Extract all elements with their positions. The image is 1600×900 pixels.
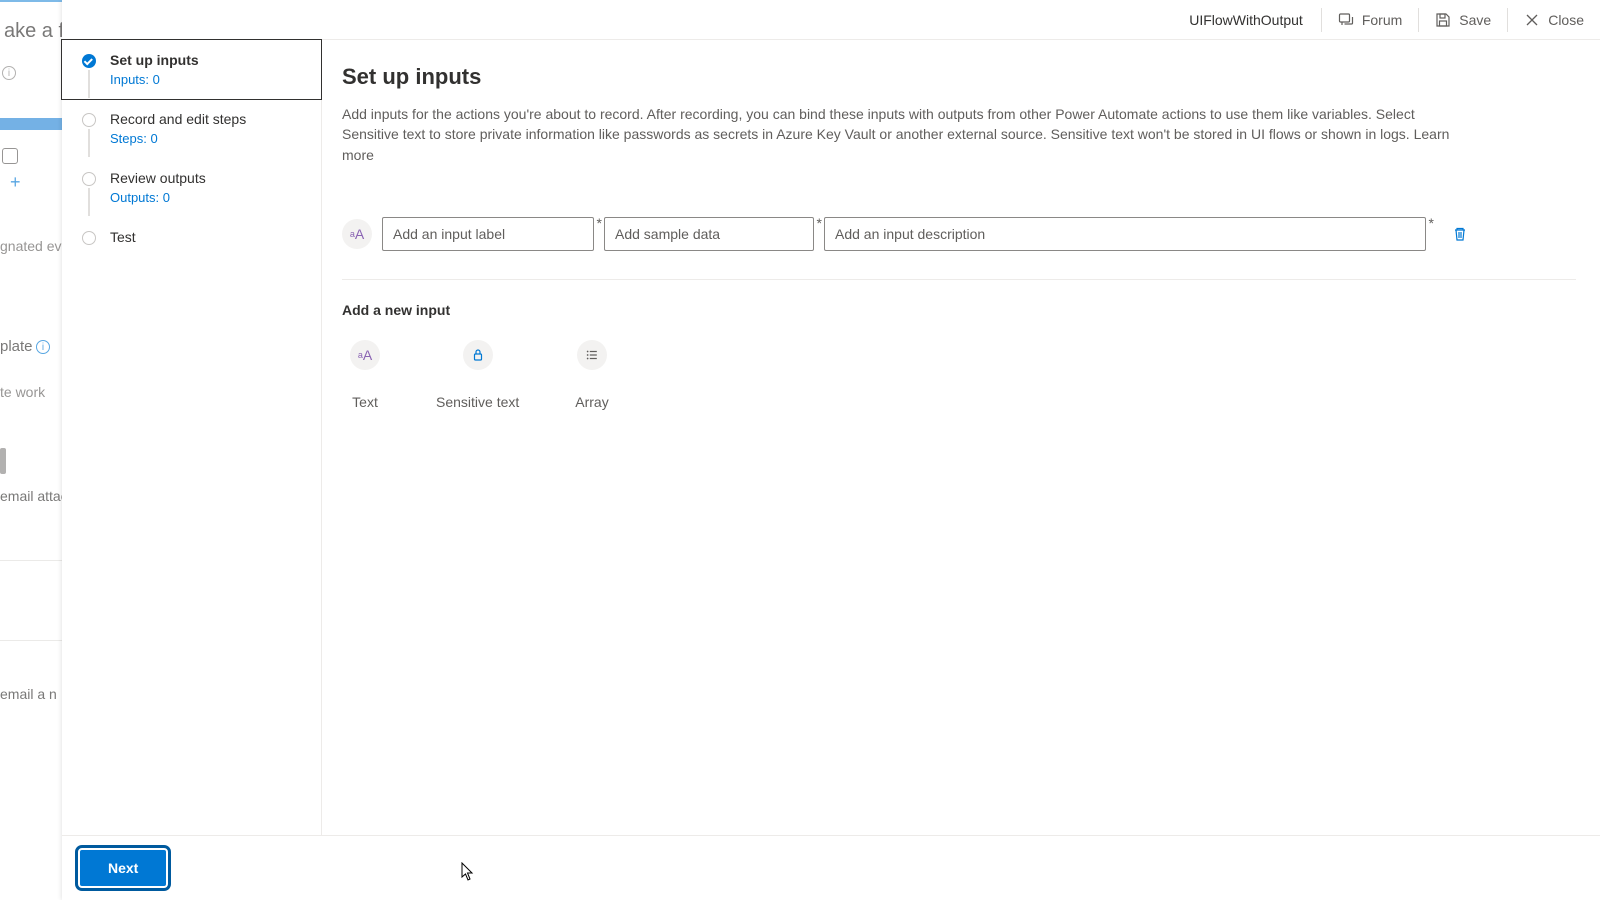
delete-input-button[interactable]: [1444, 218, 1476, 250]
input-sample-field[interactable]: [604, 217, 814, 251]
next-button[interactable]: Next: [80, 850, 166, 886]
input-type-row: aA Text Sensitive text: [342, 336, 1576, 414]
forum-icon: [1338, 12, 1354, 28]
flow-name-label: UIFlowWithOutput: [1171, 12, 1321, 28]
cursor-icon: [460, 862, 476, 882]
dialog-body: Set up inputs Inputs: 0 Record and edit …: [62, 40, 1600, 835]
step-record-edit[interactable]: Record and edit steps Steps: 0: [62, 99, 321, 158]
type-label: Sensitive text: [436, 394, 519, 410]
bg-text-plate: plate: [0, 338, 33, 355]
bg-accent-bar: [0, 118, 62, 130]
bg-text-tework: te work: [0, 384, 45, 400]
step-nav: Set up inputs Inputs: 0 Record and edit …: [62, 40, 322, 835]
step-connector: [88, 70, 90, 98]
step-title: Review outputs: [110, 170, 305, 186]
step-review-outputs[interactable]: Review outputs Outputs: 0: [62, 158, 321, 217]
forum-button[interactable]: Forum: [1322, 0, 1418, 40]
type-sensitive-button[interactable]: Sensitive text: [428, 336, 527, 414]
bg-gray-box: [0, 448, 6, 474]
step-subtext: Inputs: 0: [110, 72, 305, 87]
input-label-field[interactable]: [382, 217, 594, 251]
bg-text-emailn: email a n: [0, 686, 57, 702]
input-definition-row: aA: [342, 217, 1576, 280]
step-title: Set up inputs: [110, 52, 305, 68]
bg-uiflow-icon: [2, 148, 18, 164]
save-label: Save: [1459, 12, 1491, 28]
step-test[interactable]: Test: [62, 217, 321, 257]
step-empty-icon: [82, 172, 96, 186]
step-empty-icon: [82, 113, 96, 127]
step-subtext: Outputs: 0: [110, 190, 305, 205]
step-title: Record and edit steps: [110, 111, 305, 127]
bg-divider: [0, 560, 62, 561]
sensitive-type-icon: [463, 340, 493, 370]
add-new-input-heading: Add a new input: [342, 302, 1576, 318]
bg-plus-icon: +: [10, 172, 21, 193]
page-title: Set up inputs: [342, 64, 1576, 90]
type-label: Array: [575, 394, 608, 410]
bg-text-emailattac: email attac: [0, 488, 68, 504]
bg-divider: [0, 640, 62, 641]
info-icon: i: [2, 66, 16, 80]
step-done-icon: [82, 54, 96, 68]
info-icon: i: [36, 340, 50, 354]
description-text: Add inputs for the actions you're about …: [342, 106, 1415, 142]
step-title: Test: [110, 229, 305, 245]
text-type-icon: aA: [342, 219, 372, 249]
step-connector: [88, 129, 90, 157]
type-label: Text: [352, 394, 378, 410]
type-text-button[interactable]: aA Text: [342, 336, 388, 414]
forum-label: Forum: [1362, 12, 1402, 28]
trash-icon: [1452, 226, 1468, 242]
step-empty-icon: [82, 231, 96, 245]
type-array-button[interactable]: Array: [567, 336, 616, 414]
save-icon: [1435, 12, 1451, 28]
dialog-header: UIFlowWithOutput Forum Save Close: [62, 0, 1600, 40]
dialog-footer: Next: [62, 835, 1600, 900]
save-button[interactable]: Save: [1419, 0, 1507, 40]
ui-flow-dialog: UIFlowWithOutput Forum Save Close: [62, 0, 1600, 900]
input-description-field[interactable]: [824, 217, 1426, 251]
close-icon: [1524, 12, 1540, 28]
array-type-icon: [577, 340, 607, 370]
step-connector: [88, 188, 90, 216]
bg-partial-title: ake a fl: [4, 20, 68, 43]
content-area: Set up inputs Add inputs for the actions…: [322, 40, 1600, 835]
step-setup-inputs[interactable]: Set up inputs Inputs: 0: [61, 39, 322, 100]
step-subtext: Steps: 0: [110, 131, 305, 146]
close-button[interactable]: Close: [1508, 0, 1600, 40]
close-label: Close: [1548, 12, 1584, 28]
page-description: Add inputs for the actions you're about …: [342, 104, 1462, 165]
text-type-icon: aA: [350, 340, 380, 370]
